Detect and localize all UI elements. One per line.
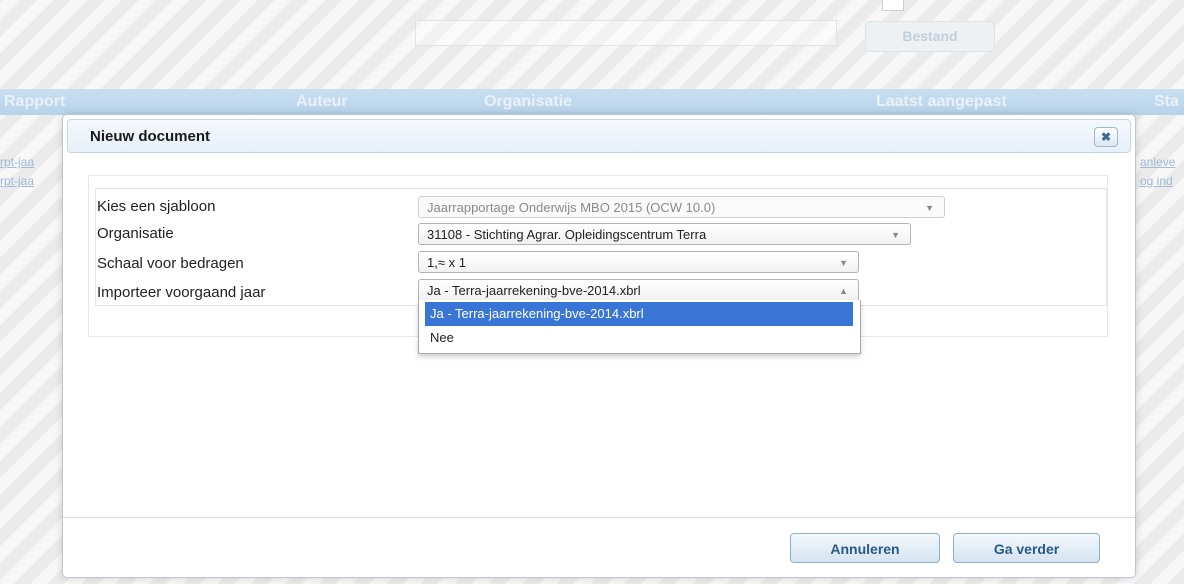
chevron-up-icon: ▲ bbox=[839, 286, 848, 296]
import-previous-year-dropdown: Ja - Terra-jaarrekening-bve-2014.xbrl Ne… bbox=[418, 300, 861, 354]
column-header-organisatie: Organisatie bbox=[484, 93, 573, 110]
organisation-select[interactable]: 31108 - Stichting Agrar. Opleidingscentr… bbox=[418, 223, 911, 245]
background-search-input bbox=[415, 20, 837, 46]
background-checkbox bbox=[882, 0, 904, 11]
template-label: Kies een sjabloon bbox=[97, 198, 216, 215]
organisation-label: Organisatie bbox=[97, 225, 174, 242]
continue-button[interactable]: Ga verder bbox=[953, 533, 1100, 563]
dropdown-option-ja[interactable]: Ja - Terra-jaarrekening-bve-2014.xbrl bbox=[425, 302, 853, 326]
chevron-down-icon: ▼ bbox=[925, 203, 934, 213]
column-header-laatst-aangepast: Laatst aangepast bbox=[876, 93, 1007, 110]
amount-scale-select-value: 1,≈ x 1 bbox=[427, 255, 466, 270]
import-previous-year-label: Importeer voorgaand jaar bbox=[97, 284, 266, 301]
column-header-auteur: Auteur bbox=[296, 93, 348, 110]
dialog-header: Nieuw document ✖ bbox=[67, 119, 1131, 153]
dialog-footer-divider bbox=[63, 517, 1135, 518]
chevron-down-icon: ▼ bbox=[839, 258, 848, 268]
background-link-report-2: rpt-jaa bbox=[0, 174, 35, 188]
organisation-select-value: 31108 - Stichting Agrar. Opleidingscentr… bbox=[427, 227, 707, 242]
background-link-status-2: og ind bbox=[1140, 174, 1173, 188]
column-header-rapport: Rapport bbox=[4, 93, 66, 110]
dropdown-option-nee[interactable]: Nee bbox=[425, 326, 853, 350]
column-header-status: Sta bbox=[1154, 93, 1179, 110]
import-previous-year-select[interactable]: Ja - Terra-jaarrekening-bve-2014.xbrl ▲ bbox=[418, 279, 859, 301]
background-file-button: Bestand bbox=[865, 21, 995, 52]
close-icon[interactable]: ✖ bbox=[1094, 127, 1118, 147]
dialog-title: Nieuw document bbox=[90, 128, 211, 145]
chevron-down-icon: ▼ bbox=[891, 230, 900, 240]
amount-scale-label: Schaal voor bedragen bbox=[97, 255, 244, 272]
cancel-button[interactable]: Annuleren bbox=[790, 533, 940, 563]
new-document-dialog: Nieuw document ✖ Kies een sjabloon Jaarr… bbox=[62, 114, 1136, 578]
import-previous-year-select-value: Ja - Terra-jaarrekening-bve-2014.xbrl bbox=[427, 283, 641, 298]
template-select-value: Jaarrapportage Onderwijs MBO 2015 (OCW 1… bbox=[427, 200, 716, 215]
background-link-report-1: rpt-jaa bbox=[0, 155, 35, 169]
background-link-status-1: anleve bbox=[1140, 155, 1176, 169]
amount-scale-select[interactable]: 1,≈ x 1 ▼ bbox=[418, 251, 859, 273]
template-select: Jaarrapportage Onderwijs MBO 2015 (OCW 1… bbox=[418, 196, 945, 218]
